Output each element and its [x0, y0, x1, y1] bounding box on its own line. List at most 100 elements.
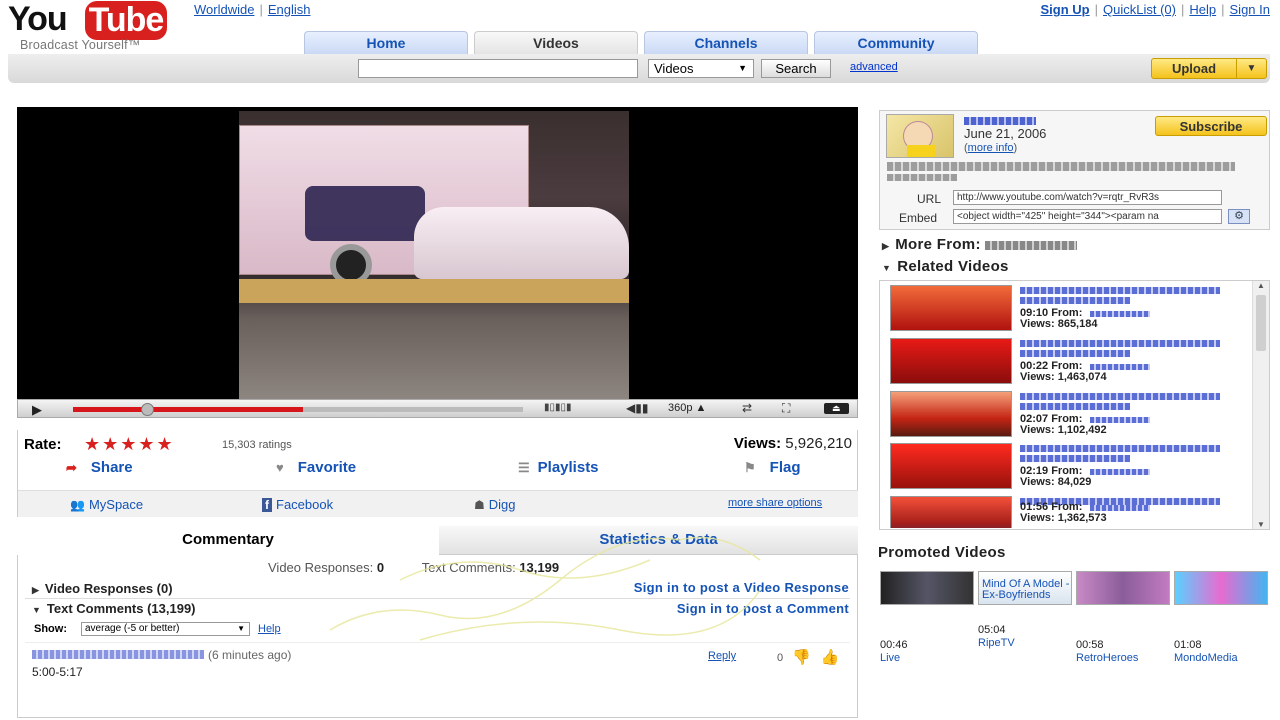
- related-author[interactable]: [1090, 505, 1150, 511]
- sign-in-video-response-link[interactable]: Sign in to post a Video Response: [634, 580, 849, 595]
- scroll-up-icon[interactable]: ▲: [1257, 281, 1265, 290]
- channel-name-link[interactable]: [964, 117, 1036, 125]
- promoted-channel[interactable]: RetroHeroes: [1076, 652, 1170, 665]
- promoted-title[interactable]: [1174, 606, 1268, 639]
- search-button[interactable]: Search: [761, 59, 831, 78]
- chevron-down-icon: ▼: [738, 63, 747, 73]
- video-responses-toggle[interactable]: ▶ Video Responses (0): [32, 581, 173, 596]
- tab-statistics[interactable]: Statistics & Data: [439, 526, 858, 555]
- thumbs-down-icon[interactable]: 👎: [792, 649, 821, 666]
- sign-in-comment-link[interactable]: Sign in to post a Comment: [677, 601, 849, 616]
- related-thumbnail[interactable]: [890, 496, 1012, 528]
- related-thumbnail[interactable]: [890, 338, 1012, 384]
- related-title-link[interactable]: [1020, 340, 1220, 347]
- popout-icon[interactable]: ⇄: [742, 401, 752, 415]
- promoted-thumbnail[interactable]: [1076, 571, 1170, 605]
- quicklist-link[interactable]: QuickList (0): [1103, 2, 1176, 17]
- help-link[interactable]: Help: [1189, 2, 1216, 17]
- region-link[interactable]: Worldwide: [194, 2, 254, 17]
- related-author[interactable]: [1090, 364, 1150, 370]
- related-video-item[interactable]: 02:07 From: Views: 1,102,492: [890, 391, 1250, 441]
- related-thumbnail[interactable]: [890, 391, 1012, 437]
- related-video-item[interactable]: 00:22 From: Views: 1,463,074: [890, 338, 1250, 388]
- seek-handle[interactable]: [140, 403, 154, 416]
- search-category-select[interactable]: Videos ▼: [648, 59, 754, 78]
- favorite-button[interactable]: ♥ Favorite: [276, 459, 356, 476]
- related-thumbnail[interactable]: [890, 443, 1012, 489]
- myspace-link[interactable]: 👥 MySpace: [70, 497, 143, 512]
- share-icon: ➦: [66, 460, 77, 475]
- related-scrollbar[interactable]: ▲ ▼: [1252, 281, 1269, 529]
- promoted-channel[interactable]: Live: [880, 652, 974, 665]
- more-info-link[interactable]: more info: [968, 142, 1014, 154]
- promoted-title[interactable]: [880, 606, 974, 639]
- related-author[interactable]: [1090, 417, 1150, 423]
- language-link[interactable]: English: [268, 2, 311, 17]
- facebook-link[interactable]: f Facebook: [262, 497, 333, 512]
- related-title-link[interactable]: [1020, 393, 1220, 400]
- related-video-item[interactable]: 01:56 From: Views: 1,362,573: [890, 496, 1250, 528]
- related-video-item[interactable]: 09:10 From: Views: 865,184: [890, 285, 1250, 335]
- related-author[interactable]: [1090, 469, 1150, 475]
- tab-community[interactable]: Community: [814, 31, 978, 55]
- comment-time: (6 minutes ago): [208, 648, 292, 662]
- fullscreen-icon[interactable]: ⛶: [782, 401, 790, 416]
- video-frame[interactable]: [239, 111, 629, 399]
- promoted-thumbnail[interactable]: [880, 571, 974, 605]
- quality-toggle[interactable]: 360p ▲: [668, 402, 706, 414]
- related-title-link[interactable]: [1020, 445, 1220, 452]
- text-comments-toggle[interactable]: ▼ Text Comments (13,199): [32, 601, 196, 616]
- channel-avatar[interactable]: [886, 114, 954, 158]
- comment-filter-select[interactable]: average (-5 or better) ▼: [81, 622, 250, 636]
- promoted-video-item[interactable]: 00:58 RetroHeroes: [1076, 571, 1170, 665]
- related-title-link[interactable]: [1020, 287, 1220, 294]
- promoted-title[interactable]: Mind Of A Model - Ex-Boyfriends: [978, 579, 1072, 612]
- promoted-thumbnail[interactable]: [1174, 571, 1268, 605]
- subscribe-button[interactable]: Subscribe: [1155, 116, 1267, 136]
- triangle-down-icon: ▼: [32, 605, 41, 615]
- search-category-value: Videos: [654, 61, 694, 76]
- promoted-channel[interactable]: RipeTV: [978, 637, 1072, 650]
- more-share-options-link[interactable]: more share options: [728, 497, 822, 509]
- reply-link[interactable]: Reply: [708, 650, 736, 662]
- advanced-search-link[interactable]: advanced: [850, 61, 898, 73]
- signin-link[interactable]: Sign In: [1230, 2, 1270, 17]
- related-thumbnail[interactable]: [890, 285, 1012, 331]
- embed-field[interactable]: <object width="425" height="344"><param …: [953, 209, 1222, 224]
- youtube-logo[interactable]: You Tube Broadcast Yourself™: [8, 0, 170, 52]
- signup-link[interactable]: Sign Up: [1041, 2, 1090, 17]
- promoted-video-item[interactable]: 01:08 MondoMedia: [1174, 571, 1268, 665]
- eject-icon[interactable]: ⏏: [824, 403, 849, 414]
- tab-commentary[interactable]: Commentary: [17, 526, 439, 555]
- search-input[interactable]: [358, 59, 638, 78]
- filter-help-link[interactable]: Help: [258, 623, 281, 635]
- promoted-channel[interactable]: MondoMedia: [1174, 652, 1268, 665]
- seek-bar[interactable]: [73, 403, 523, 416]
- promoted-video-item[interactable]: Mind Of A Model - Ex-Boyfriends 05:04 Ri…: [978, 571, 1072, 650]
- upload-button[interactable]: Upload ▼: [1151, 58, 1267, 79]
- thumbs-up-icon[interactable]: 👍: [821, 649, 850, 666]
- flag-button[interactable]: ⚑ Flag: [744, 459, 801, 476]
- play-icon[interactable]: ▶: [32, 402, 42, 418]
- promoted-title[interactable]: [1076, 606, 1170, 639]
- url-field[interactable]: http://www.youtube.com/watch?v=rqtr_RvR3…: [953, 190, 1222, 205]
- gear-icon[interactable]: ⚙: [1228, 209, 1250, 224]
- upload-dropdown-icon[interactable]: ▼: [1236, 59, 1266, 78]
- tab-channels[interactable]: Channels: [644, 31, 808, 55]
- scroll-down-icon[interactable]: ▼: [1257, 520, 1265, 529]
- digg-link[interactable]: ☗ Digg: [474, 497, 516, 512]
- share-button[interactable]: ➦ Share: [66, 459, 133, 476]
- related-video-item[interactable]: 02:19 From: Views: 84,029: [890, 443, 1250, 493]
- star-rating[interactable]: ★★★★★: [84, 434, 175, 455]
- tab-home[interactable]: Home: [304, 31, 468, 55]
- related-videos-toggle[interactable]: ▼ Related Videos: [882, 258, 1009, 275]
- related-author[interactable]: [1090, 311, 1150, 317]
- volume-icon[interactable]: ◀▮▮: [626, 401, 648, 415]
- tc-count-value: 13,199: [519, 560, 560, 575]
- more-from-toggle[interactable]: ▶ More From:: [882, 236, 1078, 253]
- comment-author-link[interactable]: [32, 650, 204, 659]
- playlists-button[interactable]: ☰ Playlists: [518, 459, 599, 476]
- tab-videos[interactable]: Videos: [474, 31, 638, 55]
- scroll-thumb[interactable]: [1256, 295, 1266, 351]
- promoted-video-item[interactable]: 00:46 Live: [880, 571, 974, 665]
